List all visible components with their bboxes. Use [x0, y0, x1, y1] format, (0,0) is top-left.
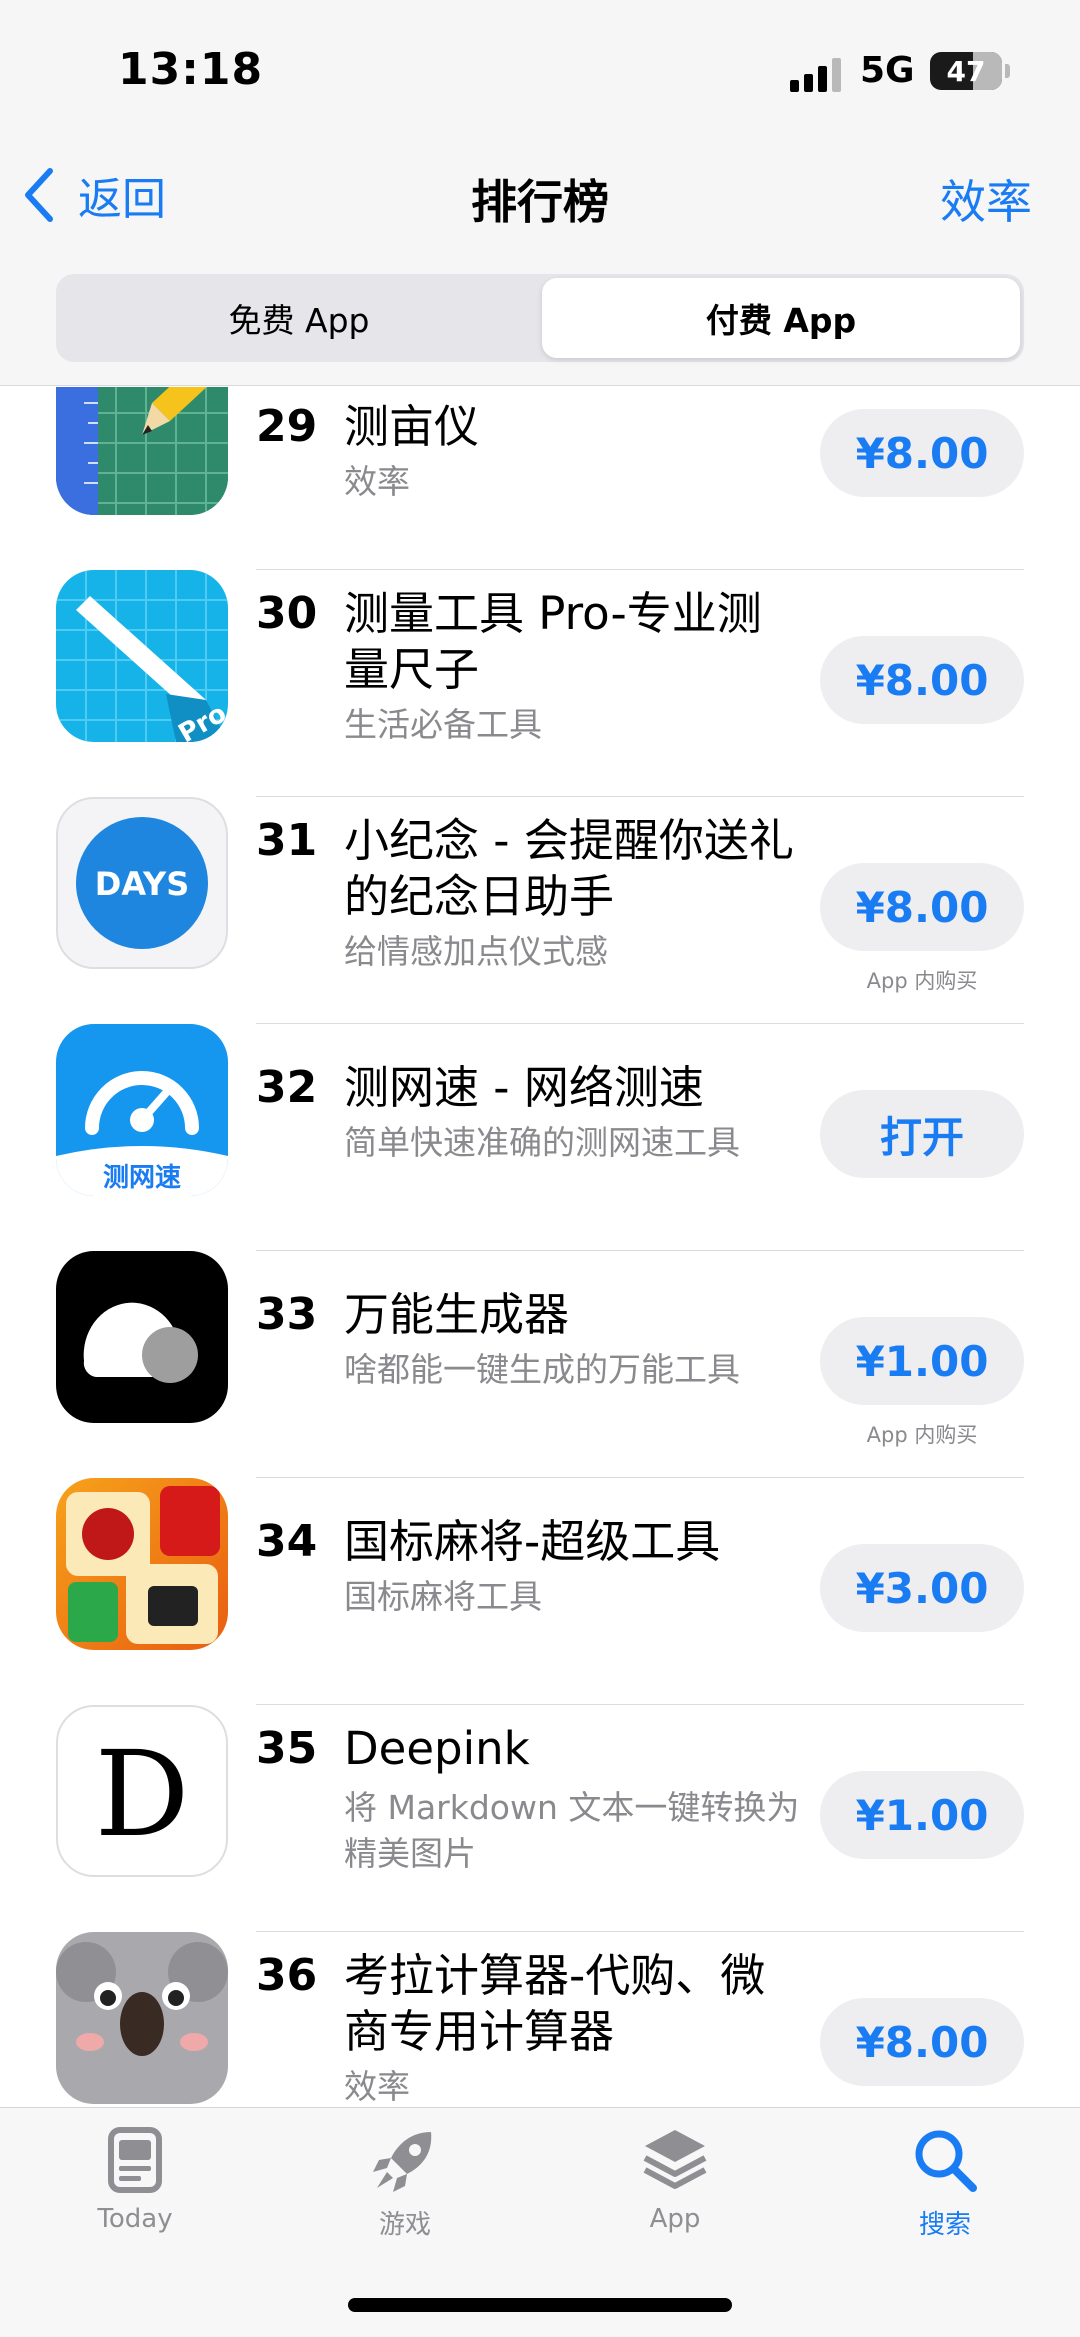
- today-icon: [108, 2127, 162, 2193]
- tab-bar: Today 游戏 App 搜索: [0, 2107, 1080, 2337]
- app-subtitle: 生活必备工具: [344, 705, 542, 744]
- segment-paid-apps[interactable]: 付费 App: [542, 278, 1020, 358]
- app-title: 国标麻将-超级工具: [344, 1515, 721, 1568]
- rank-number: 36: [256, 1950, 318, 2001]
- app-title: 小纪念 - 会提醒你送礼的纪念日助手: [344, 814, 794, 923]
- list-item[interactable]: 测网速 32 测网速 - 网络测速 简单快速准确的测网速工具 打开: [0, 1024, 1080, 1251]
- app-title: Deepink: [344, 1722, 530, 1775]
- tab-apps[interactable]: App: [575, 2124, 775, 2244]
- status-time: 13:18: [118, 44, 264, 95]
- battery-tip: [1005, 64, 1010, 78]
- rank-number: 32: [256, 1062, 318, 1113]
- list-item[interactable]: 29 测亩仪 效率 ¥8.00: [0, 387, 1080, 570]
- price-button[interactable]: ¥1.00: [820, 1317, 1024, 1405]
- app-title: 测量工具 Pro-专业测量尺子: [344, 587, 762, 696]
- tab-games[interactable]: 游戏: [305, 2124, 505, 2244]
- app-title: 测网速 - 网络测速: [344, 1061, 704, 1114]
- price-button[interactable]: ¥1.00: [820, 1771, 1024, 1859]
- app-subtitle: 国标麻将工具: [344, 1577, 542, 1616]
- rank-number: 31: [256, 815, 318, 866]
- rank-number: 33: [256, 1289, 318, 1340]
- app-subtitle: 简单快速准确的测网速工具: [344, 1123, 740, 1162]
- list-item[interactable]: 33 万能生成器 啥都能一键生成的万能工具 ¥1.00 App 内购买: [0, 1251, 1080, 1478]
- tab-search[interactable]: 搜索: [845, 2124, 1045, 2244]
- speedometer-icon-label: 测网速: [103, 1163, 181, 1193]
- generator-icon: [56, 1251, 228, 1423]
- app-subtitle: 效率: [344, 2067, 410, 2106]
- price-button[interactable]: ¥8.00: [820, 863, 1024, 951]
- list-item[interactable]: 36 考拉计算器-代购、微商专用计算器 效率 ¥8.00: [0, 1932, 1080, 2107]
- app-subtitle: 给情感加点仪式感: [344, 932, 608, 971]
- rank-number: 30: [256, 588, 318, 639]
- ruler-pro-icon: Pro: [56, 570, 228, 742]
- app-subtitle: 啥都能一键生成的万能工具: [344, 1350, 740, 1389]
- category-link[interactable]: 效率: [940, 166, 1032, 232]
- battery-icon: 47: [930, 52, 1002, 90]
- tab-today[interactable]: Today: [35, 2124, 235, 2244]
- ruler-grid-pencil-icon: [56, 387, 228, 515]
- list-item[interactable]: 34 国标麻将-超级工具 国标麻将工具 ¥3.00: [0, 1478, 1080, 1705]
- app-title: 万能生成器: [344, 1288, 570, 1341]
- rank-number: 29: [256, 401, 318, 452]
- days-icon: DAYS: [56, 797, 228, 969]
- rocket-icon: [373, 2132, 432, 2192]
- deepink-icon: D: [56, 1705, 228, 1877]
- home-indicator[interactable]: [348, 2298, 732, 2312]
- segmented-control: 免费 App 付费 App: [56, 274, 1024, 362]
- price-button[interactable]: ¥3.00: [820, 1544, 1024, 1632]
- battery-percent: 47: [946, 55, 986, 88]
- rank-number: 34: [256, 1516, 318, 1567]
- tab-label: 游戏: [378, 2210, 431, 2240]
- cellular-signal-icon: [790, 58, 841, 92]
- price-button[interactable]: ¥8.00: [820, 636, 1024, 724]
- days-icon-label: DAYS: [95, 865, 189, 903]
- deepink-icon-letter: D: [95, 1725, 190, 1863]
- list-item[interactable]: Pro 30 测量工具 Pro-专业测量尺子 生活必备工具 ¥8.00: [0, 570, 1080, 797]
- rank-number: 35: [256, 1723, 318, 1774]
- in-app-purchase-note: App 内购买: [866, 969, 978, 993]
- app-subtitle: 将 Markdown 文本一键转换为精美图片: [344, 1788, 800, 1873]
- app-title: 测亩仪: [344, 400, 480, 453]
- network-type: 5G: [860, 50, 915, 91]
- nav-header: 返回 排行榜 效率 免费 App 付费 App: [0, 140, 1080, 386]
- app-stack-icon: [643, 2130, 707, 2189]
- list-item[interactable]: DAYS 31 小纪念 - 会提醒你送礼的纪念日助手 给情感加点仪式感 ¥8.0…: [0, 797, 1080, 1024]
- status-bar: 13:18 5G 47: [0, 0, 1080, 140]
- list-item[interactable]: D 35 Deepink 将 Markdown 文本一键转换为精美图片 ¥1.0…: [0, 1705, 1080, 1932]
- tab-label: Today: [97, 2204, 173, 2234]
- tab-label: 搜索: [918, 2210, 971, 2240]
- in-app-purchase-note: App 内购买: [866, 1423, 978, 1447]
- app-subtitle: 效率: [344, 462, 410, 501]
- app-title: 考拉计算器-代购、微商专用计算器: [344, 1949, 766, 2058]
- open-button[interactable]: 打开: [820, 1090, 1024, 1178]
- tab-label: App: [649, 2204, 701, 2234]
- price-button[interactable]: ¥8.00: [820, 1998, 1024, 2086]
- segment-free-apps[interactable]: 免费 App: [60, 278, 538, 358]
- page-title: 排行榜: [471, 175, 609, 229]
- price-button[interactable]: ¥8.00: [820, 409, 1024, 497]
- ranking-list: 29 测亩仪 效率 ¥8.00 Pro 30 测量工具 Pro-专业测量尺子 生…: [0, 387, 1080, 2107]
- search-icon: [915, 2130, 977, 2192]
- koala-icon: [56, 1932, 228, 2104]
- speedometer-icon: 测网速: [56, 1024, 228, 1196]
- mahjong-icon: [56, 1478, 228, 1650]
